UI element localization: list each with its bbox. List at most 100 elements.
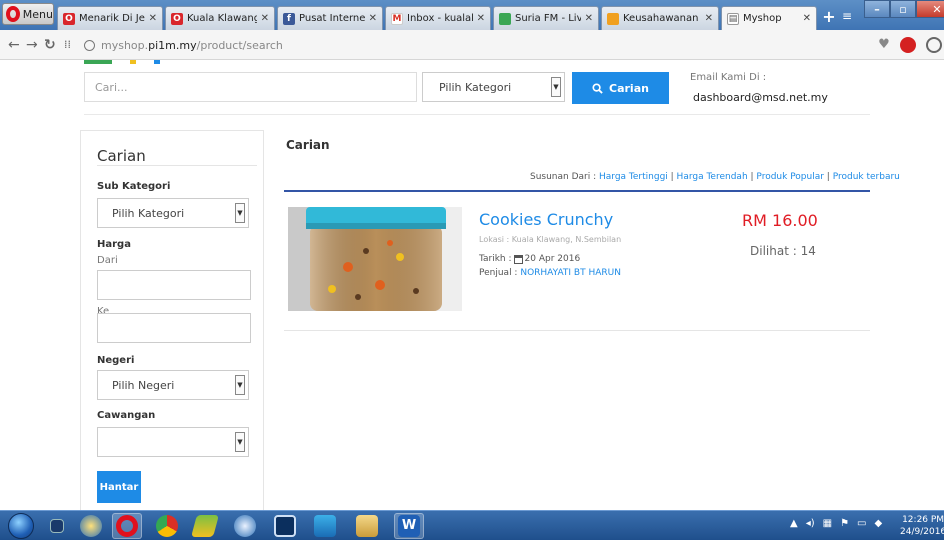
sort-highest-price-link[interactable]: Harga Tertinggi — [599, 172, 668, 182]
tab-suria-fm[interactable]: Suria FM - Live Onl ✕ — [493, 6, 599, 30]
adblock-icon[interactable] — [900, 37, 916, 53]
price-to-input[interactable] — [97, 313, 251, 343]
opera-site-icon: O — [171, 12, 183, 25]
network-icon[interactable]: ▦ — [823, 518, 832, 529]
tab-title: Myshop — [743, 13, 782, 24]
product-seller-label: Penjual : — [479, 268, 518, 278]
url-host: pi1m.my — [148, 38, 197, 52]
category-select[interactable]: Pilih Kategori ▼ — [422, 72, 565, 102]
tab-menarik-di-jelebu[interactable]: O Menarik Di Jelebu ✕ — [57, 6, 163, 30]
window-switcher-icon[interactable] — [274, 515, 296, 537]
close-window-button[interactable]: ✕ — [916, 0, 944, 18]
product-date: Tarikh : 20 Apr 2016 — [479, 254, 580, 264]
branch-label: Cawangan — [97, 410, 156, 421]
minimize-button[interactable]: – — [864, 0, 890, 18]
close-icon[interactable]: ✕ — [705, 13, 713, 24]
suria-icon — [499, 12, 511, 25]
tab-title: Suria FM - Live Onl — [515, 13, 581, 24]
divider — [97, 165, 257, 166]
url-subdomain: myshop. — [101, 38, 149, 52]
show-desktop-icon[interactable] — [50, 519, 64, 533]
url-path: /product/search — [196, 38, 283, 52]
gmail-icon: M — [391, 12, 403, 25]
close-icon[interactable]: ✕ — [369, 13, 377, 24]
sub-category-select-value: Pilih Kategori — [112, 206, 185, 220]
tray-arrow-icon[interactable]: ▲ — [790, 518, 798, 529]
product-price: RM 16.00 — [742, 211, 818, 230]
branch-select[interactable]: ▼ — [97, 427, 249, 457]
menu-label: Menu — [22, 7, 53, 21]
opera-icon[interactable] — [116, 515, 138, 537]
volume-icon[interactable]: ◂) — [806, 518, 815, 529]
state-select-value: Pilih Negeri — [112, 378, 175, 392]
heart-icon[interactable]: ♥ — [876, 37, 892, 53]
reload-icon[interactable]: ↻ — [44, 37, 56, 53]
close-icon[interactable]: ✕ — [149, 13, 157, 24]
submit-button[interactable]: Hantar — [97, 471, 141, 503]
close-icon[interactable]: ✕ — [803, 13, 811, 24]
sort-separator: | — [667, 172, 677, 182]
tab-menu-icon[interactable]: ≡ — [842, 9, 858, 23]
remote-desktop-icon[interactable] — [314, 515, 336, 537]
search-placeholder: Cari... — [95, 80, 128, 94]
logo-bar — [130, 60, 136, 64]
close-icon[interactable]: ✕ — [477, 13, 485, 24]
clock-time: 12:26 PM — [902, 515, 944, 525]
system-tray: ▲ ◂) ▦ ⚑ ▭ ◆ — [790, 518, 882, 529]
window-controls: – ▫ ✕ — [864, 0, 944, 20]
sort-newest-link[interactable]: Produk terbaru — [833, 172, 900, 182]
forward-arrow-icon[interactable]: → — [26, 37, 38, 53]
document-icon: ▤ — [727, 12, 739, 25]
start-button[interactable] — [8, 513, 34, 539]
chevron-down-icon: ▼ — [235, 203, 245, 223]
word-icon[interactable]: W — [398, 515, 420, 537]
media-player-icon[interactable] — [80, 515, 102, 537]
state-label: Negeri — [97, 355, 135, 366]
tab-inbox[interactable]: M Inbox - kualaklawa ✕ — [385, 6, 491, 30]
app-icon[interactable] — [191, 515, 219, 537]
product-name-link[interactable]: Cookies Crunchy — [479, 210, 613, 229]
price-from-input[interactable] — [97, 270, 251, 300]
sort-lowest-price-link[interactable]: Harga Terendah — [677, 172, 748, 182]
tab-title: Inbox - kualaklawa — [407, 13, 473, 24]
update-icon[interactable]: ◆ — [875, 518, 883, 529]
chevron-down-icon: ▼ — [235, 432, 245, 452]
taskbar-clock[interactable]: 12:26 PM 24/9/2016 — [900, 514, 944, 538]
search-input[interactable]: Cari... — [84, 72, 417, 102]
url-field[interactable]: myshop.pi1m.my/product/search — [84, 36, 864, 54]
maximize-button[interactable]: ▫ — [890, 0, 916, 18]
logo-bar — [154, 60, 160, 64]
extension-icon[interactable] — [926, 37, 942, 53]
price-from-label: Dari — [97, 255, 118, 266]
close-icon[interactable]: ✕ — [261, 13, 269, 24]
search-button[interactable]: Carian — [572, 72, 669, 104]
tab-title: Kuala Klawang — [187, 13, 257, 24]
tab-keusahawanan[interactable]: Keusahawanan ✕ — [601, 6, 719, 30]
back-arrow-icon[interactable]: ← — [8, 37, 20, 53]
close-icon[interactable]: ✕ — [585, 13, 593, 24]
chrome-icon[interactable] — [156, 515, 178, 537]
tab-pusat-internet[interactable]: f Pusat Internet 1 Ma ✕ — [277, 6, 383, 30]
sort-popular-link[interactable]: Produk Popular — [756, 172, 824, 182]
tab-kuala-klawang[interactable]: O Kuala Klawang ✕ — [165, 6, 275, 30]
tab-title: Pusat Internet 1 Ma — [299, 13, 365, 24]
sub-category-select[interactable]: Pilih Kategori ▼ — [97, 198, 249, 228]
file-explorer-icon[interactable] — [356, 515, 378, 537]
opera-menu-button[interactable]: Menu — [2, 3, 54, 25]
sort-separator: | — [823, 172, 833, 182]
product-seller-link[interactable]: NORHAYATI BT HARUN — [520, 268, 621, 278]
tab-myshop[interactable]: ▤ Myshop ✕ — [721, 6, 817, 30]
search-button-label: Carian — [609, 81, 649, 95]
cookie-jar-image — [288, 207, 462, 311]
address-bar: ← → ↻ ⁞⁞ myshop.pi1m.my/product/search ♥ — [0, 30, 944, 60]
product-image[interactable] — [288, 207, 462, 311]
new-tab-button[interactable]: + — [820, 8, 838, 26]
category-select-value: Pilih Kategori — [439, 80, 512, 94]
battery-icon[interactable]: ▭ — [857, 518, 866, 529]
flag-icon[interactable]: ⚑ — [840, 518, 849, 529]
state-select[interactable]: Pilih Negeri ▼ — [97, 370, 249, 400]
sidebar-title: Carian — [97, 147, 146, 165]
speed-dial-icon[interactable]: ⁞⁞ — [64, 37, 71, 53]
sort-prefix: Susunan Dari : — [530, 172, 599, 182]
itunes-icon[interactable] — [234, 515, 256, 537]
